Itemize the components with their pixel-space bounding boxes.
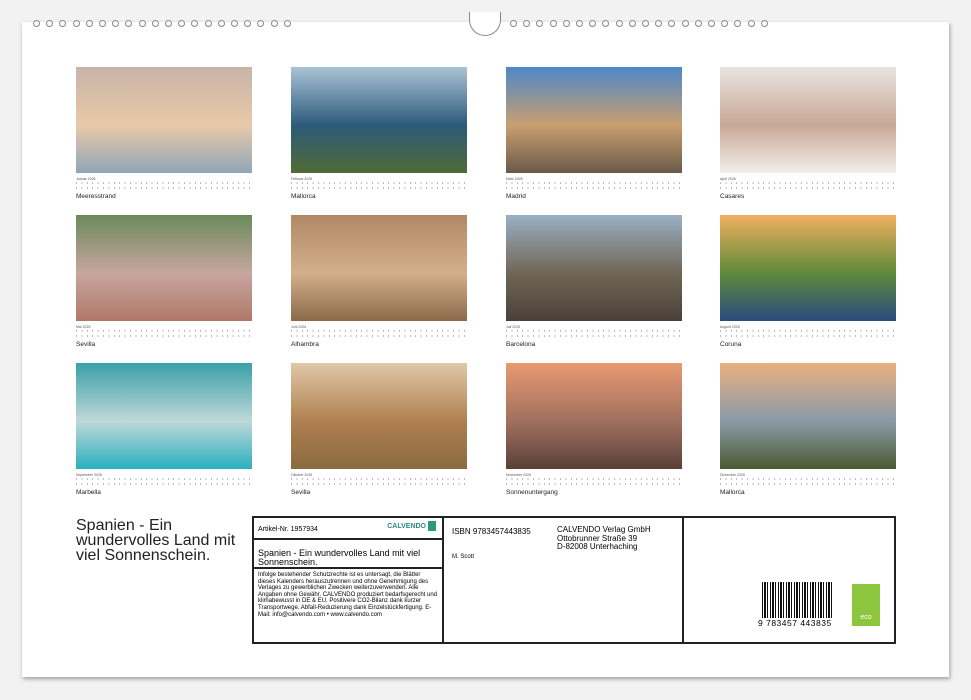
photo-caption: Madrid xyxy=(506,193,682,200)
month-tile: Juni 2026 Alhambra xyxy=(291,215,467,348)
day-strip xyxy=(506,478,682,486)
month-photo xyxy=(76,215,252,321)
month-photo xyxy=(506,67,682,173)
month-label: März 2026 xyxy=(506,177,682,181)
month-label: August 2026 xyxy=(720,325,896,329)
ring-hole xyxy=(695,20,702,27)
ring-hole xyxy=(682,20,689,27)
month-photo xyxy=(720,363,896,469)
ring-hole xyxy=(218,20,225,27)
month-tile: Oktober 2026 Sevilla xyxy=(291,363,467,496)
day-strip xyxy=(76,182,252,190)
eco-leaf-icon: eco xyxy=(852,584,880,626)
photo-caption: Sonnenuntergang xyxy=(506,489,682,496)
isbn: ISBN 9783457443835 xyxy=(452,527,531,536)
publisher-address: CALVENDO Verlag GmbHOttobrunner Straße 3… xyxy=(557,526,651,552)
ring-hole xyxy=(510,20,517,27)
day-strip xyxy=(506,182,682,190)
month-photo xyxy=(76,363,252,469)
day-strip xyxy=(720,330,896,338)
photo-caption: Coruna xyxy=(720,341,896,348)
month-tile: März 2026 Madrid xyxy=(506,67,682,200)
month-photo xyxy=(720,67,896,173)
calendar-title: Spanien - Ein wundervolles Land mit viel… xyxy=(76,518,236,563)
month-label: November 2026 xyxy=(506,473,682,477)
month-label: Februar 2026 xyxy=(291,177,467,181)
photo-caption: Marbella xyxy=(76,489,252,496)
ring-hole xyxy=(629,20,636,27)
month-label: Juni 2026 xyxy=(291,325,467,329)
month-tile: November 2026 Sonnenuntergang xyxy=(506,363,682,496)
ring-hole xyxy=(139,20,146,27)
ring-hole xyxy=(231,20,238,27)
month-photo xyxy=(291,363,467,469)
ring-hole xyxy=(73,20,80,27)
ring-hole xyxy=(284,20,291,27)
barcode xyxy=(762,582,834,622)
day-strip xyxy=(291,478,467,486)
legal-text: Infolge bestehender Schutzrechte ist es … xyxy=(254,569,442,621)
ring-hole xyxy=(576,20,583,27)
photo-caption: Meeresstrand xyxy=(76,193,252,200)
month-tile: August 2026 Coruna xyxy=(720,215,896,348)
photo-caption: Mallorca xyxy=(720,489,896,496)
month-tile: September 2026 Marbella xyxy=(76,363,252,496)
month-tile: Februar 2026 Mallorca xyxy=(291,67,467,200)
month-photo xyxy=(291,67,467,173)
day-strip xyxy=(291,182,467,190)
info-title: Spanien - Ein wundervolles Land mit viel… xyxy=(254,540,442,569)
photo-caption: Sevilla xyxy=(291,489,467,496)
month-tile: Dezember 2026 Mallorca xyxy=(720,363,896,496)
author: M. Scott xyxy=(452,554,474,560)
ring-hole xyxy=(550,20,557,27)
month-tile: Januar 2026 Meeresstrand xyxy=(76,67,252,200)
article-number: Artikel-Nr. 1957934 xyxy=(258,526,318,533)
photo-caption: Mallorca xyxy=(291,193,467,200)
month-photo xyxy=(720,215,896,321)
month-label: Januar 2026 xyxy=(76,177,252,181)
month-photo xyxy=(76,67,252,173)
month-tile: April 2026 Casares xyxy=(720,67,896,200)
ring-hole xyxy=(99,20,106,27)
photo-caption: Barcelona xyxy=(506,341,682,348)
calvendo-logo: CALVENDO xyxy=(387,521,436,531)
month-label: Oktober 2026 xyxy=(291,473,467,477)
ring-hole xyxy=(271,20,278,27)
photo-caption: Sevilla xyxy=(76,341,252,348)
ring-hole xyxy=(642,20,649,27)
month-label: April 2026 xyxy=(720,177,896,181)
ring-hole xyxy=(205,20,212,27)
ring-hole xyxy=(86,20,93,27)
photo-caption: Alhambra xyxy=(291,341,467,348)
photo-caption: Casares xyxy=(720,193,896,200)
month-photo xyxy=(291,215,467,321)
day-strip xyxy=(76,478,252,486)
ring-hole xyxy=(616,20,623,27)
month-label: Dezember 2026 xyxy=(720,473,896,477)
month-label: September 2026 xyxy=(76,473,252,477)
ring-hole xyxy=(761,20,768,27)
ring-hole xyxy=(152,20,159,27)
ring-hole xyxy=(563,20,570,27)
month-tile: Juli 2026 Barcelona xyxy=(506,215,682,348)
day-strip xyxy=(506,330,682,338)
ring-hole xyxy=(33,20,40,27)
month-label: Mai 2026 xyxy=(76,325,252,329)
info-box: Artikel-Nr. 1957934 CALVENDO Spanien - E… xyxy=(252,516,896,644)
month-label: Juli 2026 xyxy=(506,325,682,329)
ring-hole xyxy=(708,20,715,27)
day-strip xyxy=(76,330,252,338)
ring-hole xyxy=(748,20,755,27)
month-photo xyxy=(506,363,682,469)
month-tile: Mai 2026 Sevilla xyxy=(76,215,252,348)
day-strip xyxy=(720,182,896,190)
month-photo xyxy=(506,215,682,321)
day-strip xyxy=(291,330,467,338)
barcode-number: 9 783457 443835 xyxy=(757,618,833,628)
day-strip xyxy=(720,478,896,486)
ring-hole xyxy=(165,20,172,27)
